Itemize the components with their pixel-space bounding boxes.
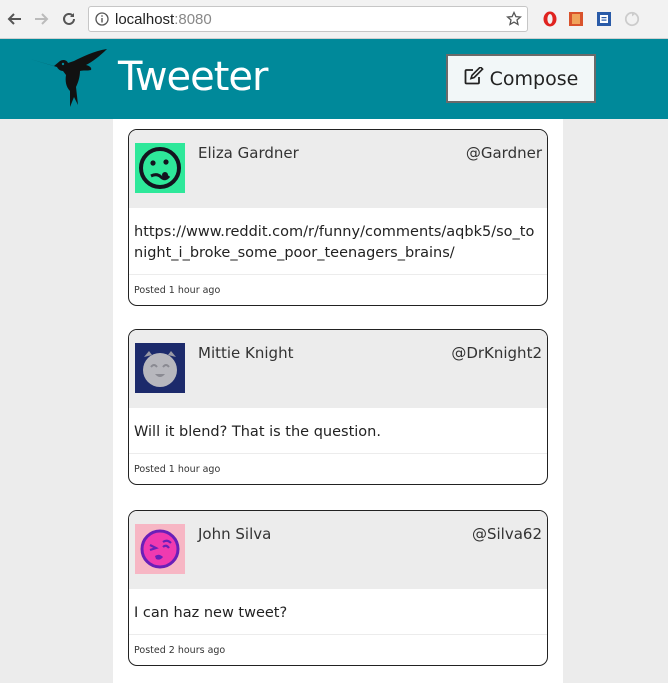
user-handle: @Silva62 — [471, 525, 542, 543]
app-title: Tweeter — [118, 54, 268, 100]
user-handle: @DrKnight2 — [451, 344, 542, 362]
refresh-ext-icon[interactable] — [624, 10, 640, 28]
address-bar[interactable]: localhost:8080 — [88, 6, 528, 32]
tweet-header: John Silva @Silva62 — [129, 511, 547, 589]
avatar — [135, 143, 185, 193]
tweet-text: https://www.reddit.com/r/funny/comments/… — [129, 208, 547, 275]
url-port: :8080 — [174, 11, 212, 28]
reader-ext-icon[interactable] — [596, 10, 612, 28]
tweet-text: I can haz new tweet? — [129, 589, 547, 635]
user-name: Mittie Knight — [198, 344, 294, 362]
forward-arrow-icon[interactable] — [30, 8, 52, 30]
url-host: localhost — [115, 11, 175, 28]
avatar — [135, 524, 185, 574]
tweet-timestamp: Posted 1 hour ago — [134, 463, 221, 475]
avatar — [135, 343, 185, 393]
compose-label: Compose — [489, 67, 579, 90]
tweet-timestamp: Posted 1 hour ago — [134, 284, 221, 296]
user-name: John Silva — [198, 525, 272, 543]
edit-icon — [464, 65, 484, 90]
user-name: Eliza Gardner — [198, 144, 299, 162]
tweet-card: Mittie Knight @DrKnight2 Will it blend? … — [128, 329, 548, 485]
hummingbird-logo-icon — [30, 47, 110, 109]
compose-button[interactable]: Compose — [446, 54, 596, 103]
tweet-timestamp: Posted 2 hours ago — [134, 644, 226, 656]
tweet-text: Will it blend? That is the question. — [129, 408, 547, 454]
tweet-card: Eliza Gardner @Gardner https://www.reddi… — [128, 129, 548, 306]
opera-icon[interactable] — [542, 10, 558, 28]
tweet-header: Mittie Knight @DrKnight2 — [129, 330, 547, 408]
url-text: localhost:8080 — [115, 11, 212, 28]
tweet-card: John Silva @Silva62 I can haz new tweet?… — [128, 510, 548, 666]
browser-toolbar: localhost:8080 — [0, 0, 668, 39]
info-icon[interactable] — [95, 12, 109, 31]
reload-icon[interactable] — [58, 8, 80, 30]
back-arrow-icon[interactable] — [4, 8, 26, 30]
user-handle: @Gardner — [465, 144, 542, 162]
tweet-header: Eliza Gardner @Gardner — [129, 130, 547, 208]
star-icon[interactable] — [506, 10, 522, 32]
app-header: Tweeter Compose — [0, 39, 668, 119]
tweet-feed: Eliza Gardner @Gardner https://www.reddi… — [113, 119, 563, 683]
bookmark-ext-icon[interactable] — [568, 10, 584, 28]
